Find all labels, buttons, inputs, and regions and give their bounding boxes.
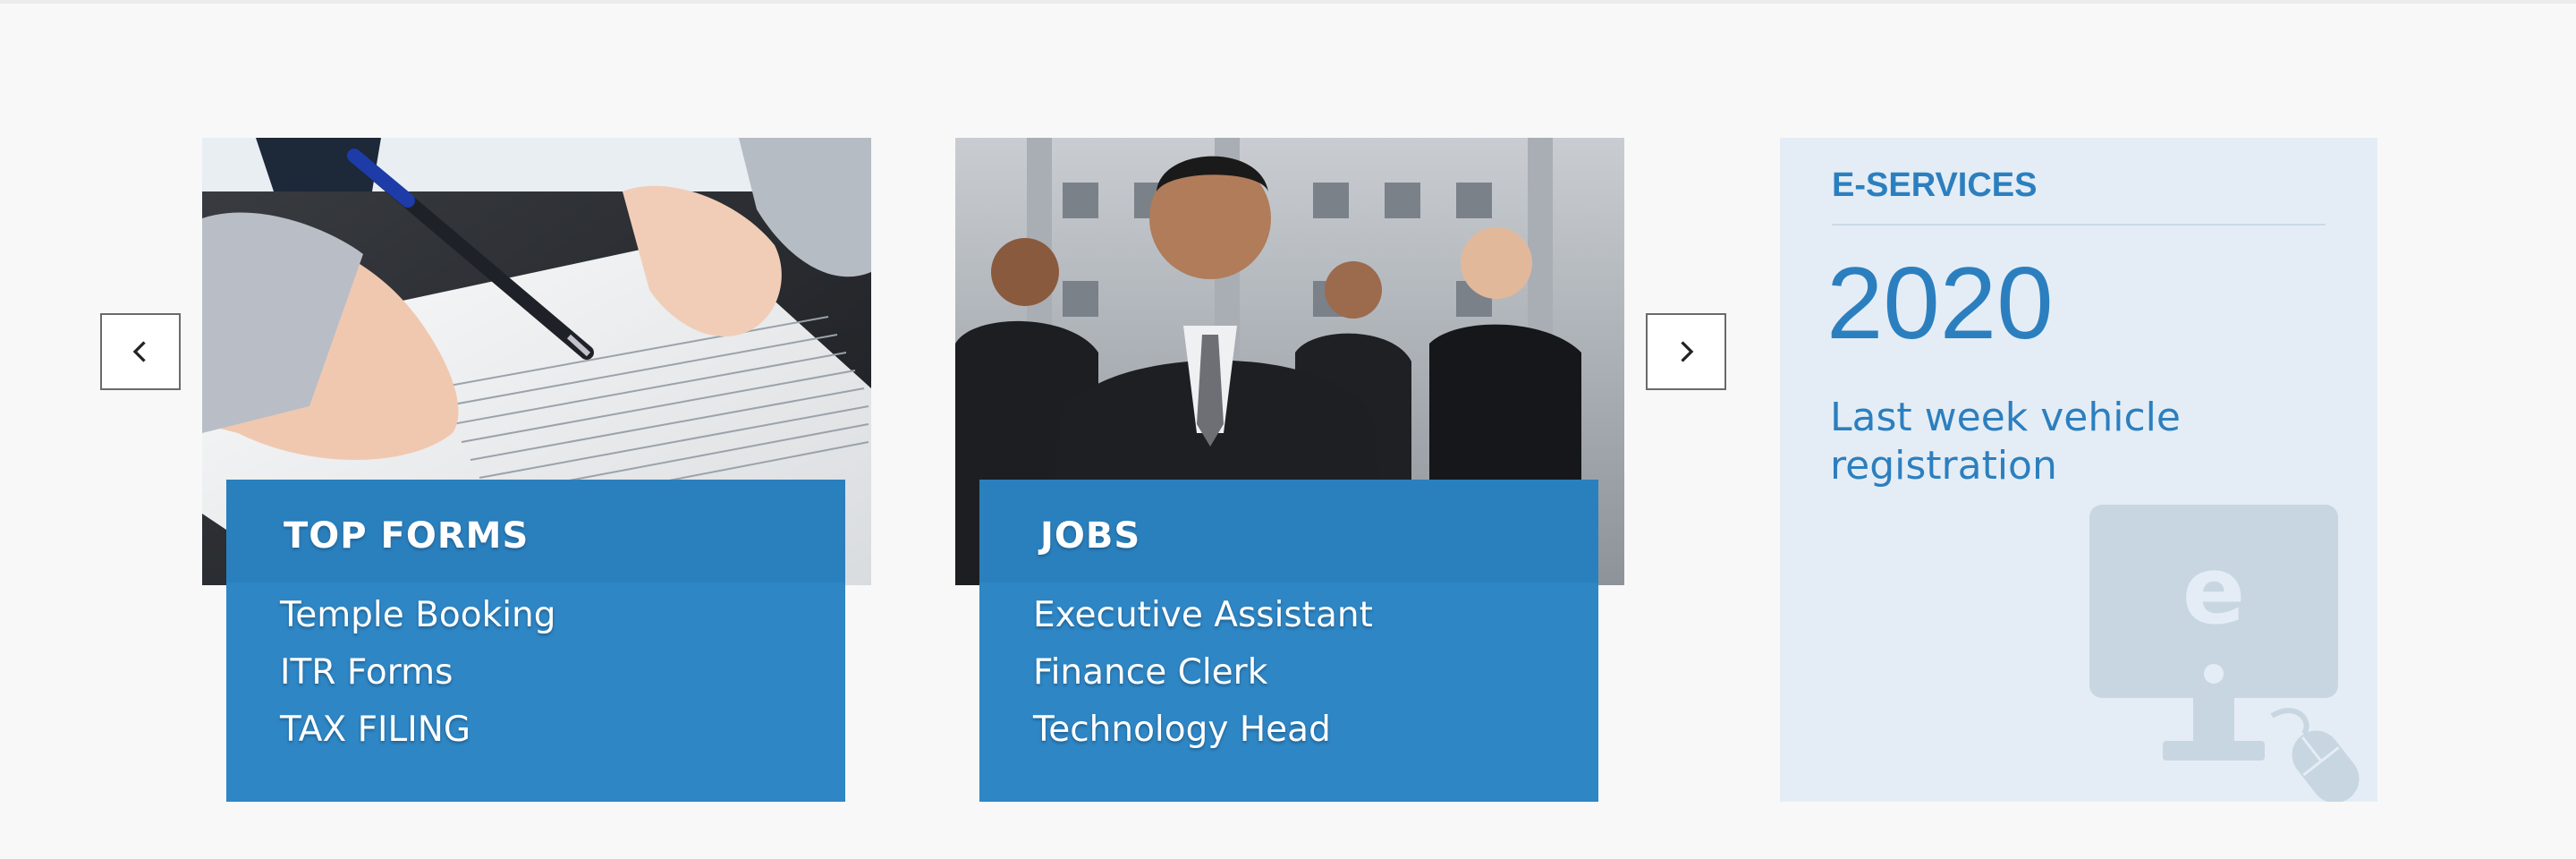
list-item-temple-booking[interactable]: Temple Booking — [280, 587, 556, 644]
jobs-title[interactable]: JOBS — [1040, 515, 1140, 557]
eservices-tile[interactable]: E-SERVICES 2020 Last week vehicle regist… — [1780, 138, 2377, 802]
computer-e-icon: e — [2089, 505, 2377, 802]
eservices-year: 2020 — [1826, 247, 2054, 361]
top-forms-panel: TOP FORMS Temple Booking ITR Forms TAX F… — [226, 480, 845, 802]
eservices-description: Last week vehicle registration — [1830, 395, 2181, 489]
list-item-technology-head[interactable]: Technology Head — [1033, 702, 1373, 759]
list-item-itr-forms[interactable]: ITR Forms — [280, 644, 556, 702]
chevron-left-icon — [132, 341, 146, 362]
list-item-executive-assistant[interactable]: Executive Assistant — [1033, 587, 1373, 644]
jobs-panel: JOBS Executive Assistant Finance Clerk T… — [979, 480, 1598, 802]
carousel-next-button[interactable] — [1646, 313, 1726, 390]
top-forms-title[interactable]: TOP FORMS — [284, 515, 529, 557]
carousel-prev-button[interactable] — [100, 313, 181, 390]
list-item-finance-clerk[interactable]: Finance Clerk — [1033, 644, 1373, 702]
eservices-label: E-SERVICES — [1832, 166, 2038, 204]
list-item-tax-filing[interactable]: TAX FILING — [280, 702, 556, 759]
eservices-divider — [1832, 224, 2326, 225]
computer-e-letter: e — [2182, 536, 2246, 645]
jobs-list: Executive Assistant Finance Clerk Techno… — [1033, 587, 1373, 759]
top-forms-header: TOP FORMS — [226, 480, 845, 583]
jobs-header: JOBS — [979, 480, 1598, 583]
chevron-right-icon — [1681, 341, 1694, 362]
top-forms-list: Temple Booking ITR Forms TAX FILING — [280, 587, 556, 759]
top-divider — [0, 0, 2576, 4]
